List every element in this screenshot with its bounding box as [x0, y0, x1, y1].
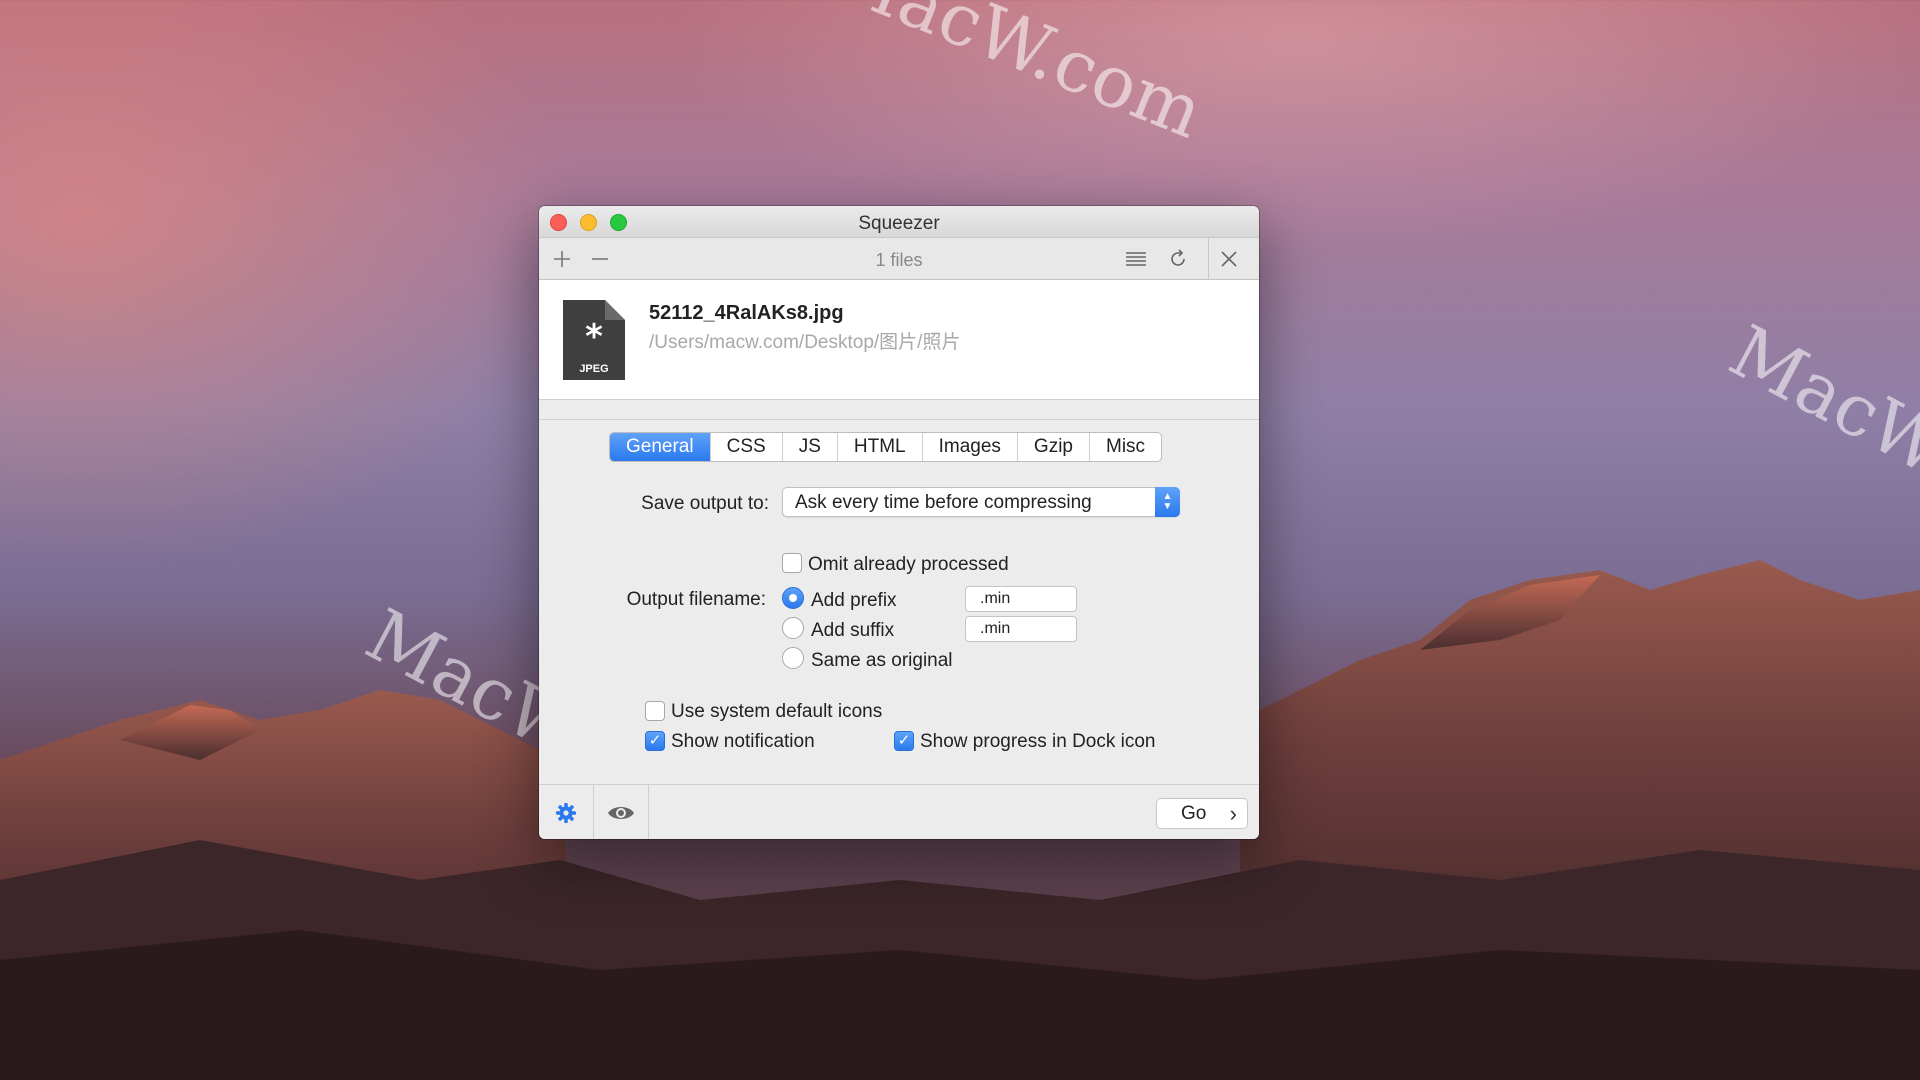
save-output-value: Ask every time before compressing	[795, 492, 1092, 513]
file-path: /Users/macw.com/Desktop/图片/照片	[649, 332, 961, 353]
gear-icon	[556, 802, 576, 823]
settings-button[interactable]	[539, 785, 594, 839]
window-title: Squeezer	[858, 213, 940, 234]
suffix-field[interactable]: .min	[965, 616, 1077, 642]
add-suffix-radio[interactable]	[782, 617, 804, 639]
show-progress-dock-checkbox[interactable]: ✓	[894, 731, 914, 751]
same-as-original-radio[interactable]	[782, 647, 804, 669]
add-prefix-label[interactable]: Add prefix	[811, 590, 897, 612]
settings-panel: General CSS JS HTML Images Gzip Misc Sav…	[539, 413, 1259, 789]
show-progress-dock-label[interactable]: Show progress in Dock icon	[920, 731, 1156, 753]
save-output-popup[interactable]: Ask every time before compressing ▲ ▼	[782, 487, 1180, 517]
omit-processed-checkbox[interactable]	[782, 553, 802, 573]
tab-images[interactable]: Images	[923, 433, 1018, 461]
tab-js[interactable]: JS	[783, 433, 838, 461]
eye-icon	[608, 806, 634, 819]
close-icon	[1221, 251, 1237, 267]
panel-divider	[539, 419, 1259, 420]
squeezer-window: Squeezer 1 files * JPEG 52112_4RalAKs8.j…	[539, 206, 1259, 839]
checkmark-icon: ✓	[648, 732, 662, 749]
list-view-button[interactable]	[1123, 246, 1149, 272]
file-icon-label: JPEG	[579, 363, 608, 375]
clear-list-button[interactable]	[1216, 246, 1242, 272]
checkmark-icon: ✓	[897, 732, 911, 749]
add-prefix-radio[interactable]	[782, 587, 804, 609]
add-suffix-label[interactable]: Add suffix	[811, 620, 894, 642]
file-name[interactable]: 52112_4RalAKs8.jpg	[649, 302, 844, 325]
file-list: * JPEG 52112_4RalAKs8.jpg /Users/macw.co…	[539, 280, 1259, 400]
go-button-label: Go	[1181, 802, 1207, 824]
show-notification-checkbox[interactable]: ✓	[645, 731, 665, 751]
jpeg-file-icon: * JPEG	[563, 300, 625, 380]
refresh-icon	[1171, 249, 1185, 266]
go-button[interactable]: Go ›	[1156, 798, 1248, 829]
chevron-right-icon: ›	[1229, 801, 1237, 826]
prefix-field[interactable]: .min	[965, 586, 1077, 612]
bottom-bar: Go ›	[539, 784, 1259, 839]
use-system-icons-checkbox[interactable]	[645, 701, 665, 721]
same-as-original-label[interactable]: Same as original	[811, 650, 953, 672]
tab-html[interactable]: HTML	[838, 433, 923, 461]
titlebar[interactable]: Squeezer	[539, 206, 1259, 238]
preview-button[interactable]	[594, 785, 649, 839]
tab-css[interactable]: CSS	[711, 433, 783, 461]
toolbar: 1 files	[539, 238, 1259, 280]
output-filename-label: Output filename:	[626, 589, 766, 610]
tab-general[interactable]: General	[610, 433, 711, 461]
settings-tabs: General CSS JS HTML Images Gzip Misc	[609, 432, 1163, 462]
show-notification-label[interactable]: Show notification	[671, 731, 815, 753]
use-system-icons-label[interactable]: Use system default icons	[671, 701, 882, 723]
save-output-label: Save output to:	[641, 493, 769, 514]
updown-chevron-icon: ▲ ▼	[1155, 487, 1180, 517]
toolbar-divider	[1208, 238, 1209, 280]
refresh-button[interactable]	[1165, 246, 1191, 272]
tab-gzip[interactable]: Gzip	[1018, 433, 1090, 461]
file-icon-glyph: *	[585, 317, 603, 357]
file-count: 1 files	[875, 250, 923, 270]
tab-misc[interactable]: Misc	[1090, 433, 1161, 461]
omit-processed-label[interactable]: Omit already processed	[808, 554, 1009, 576]
list-icon	[1126, 252, 1146, 266]
